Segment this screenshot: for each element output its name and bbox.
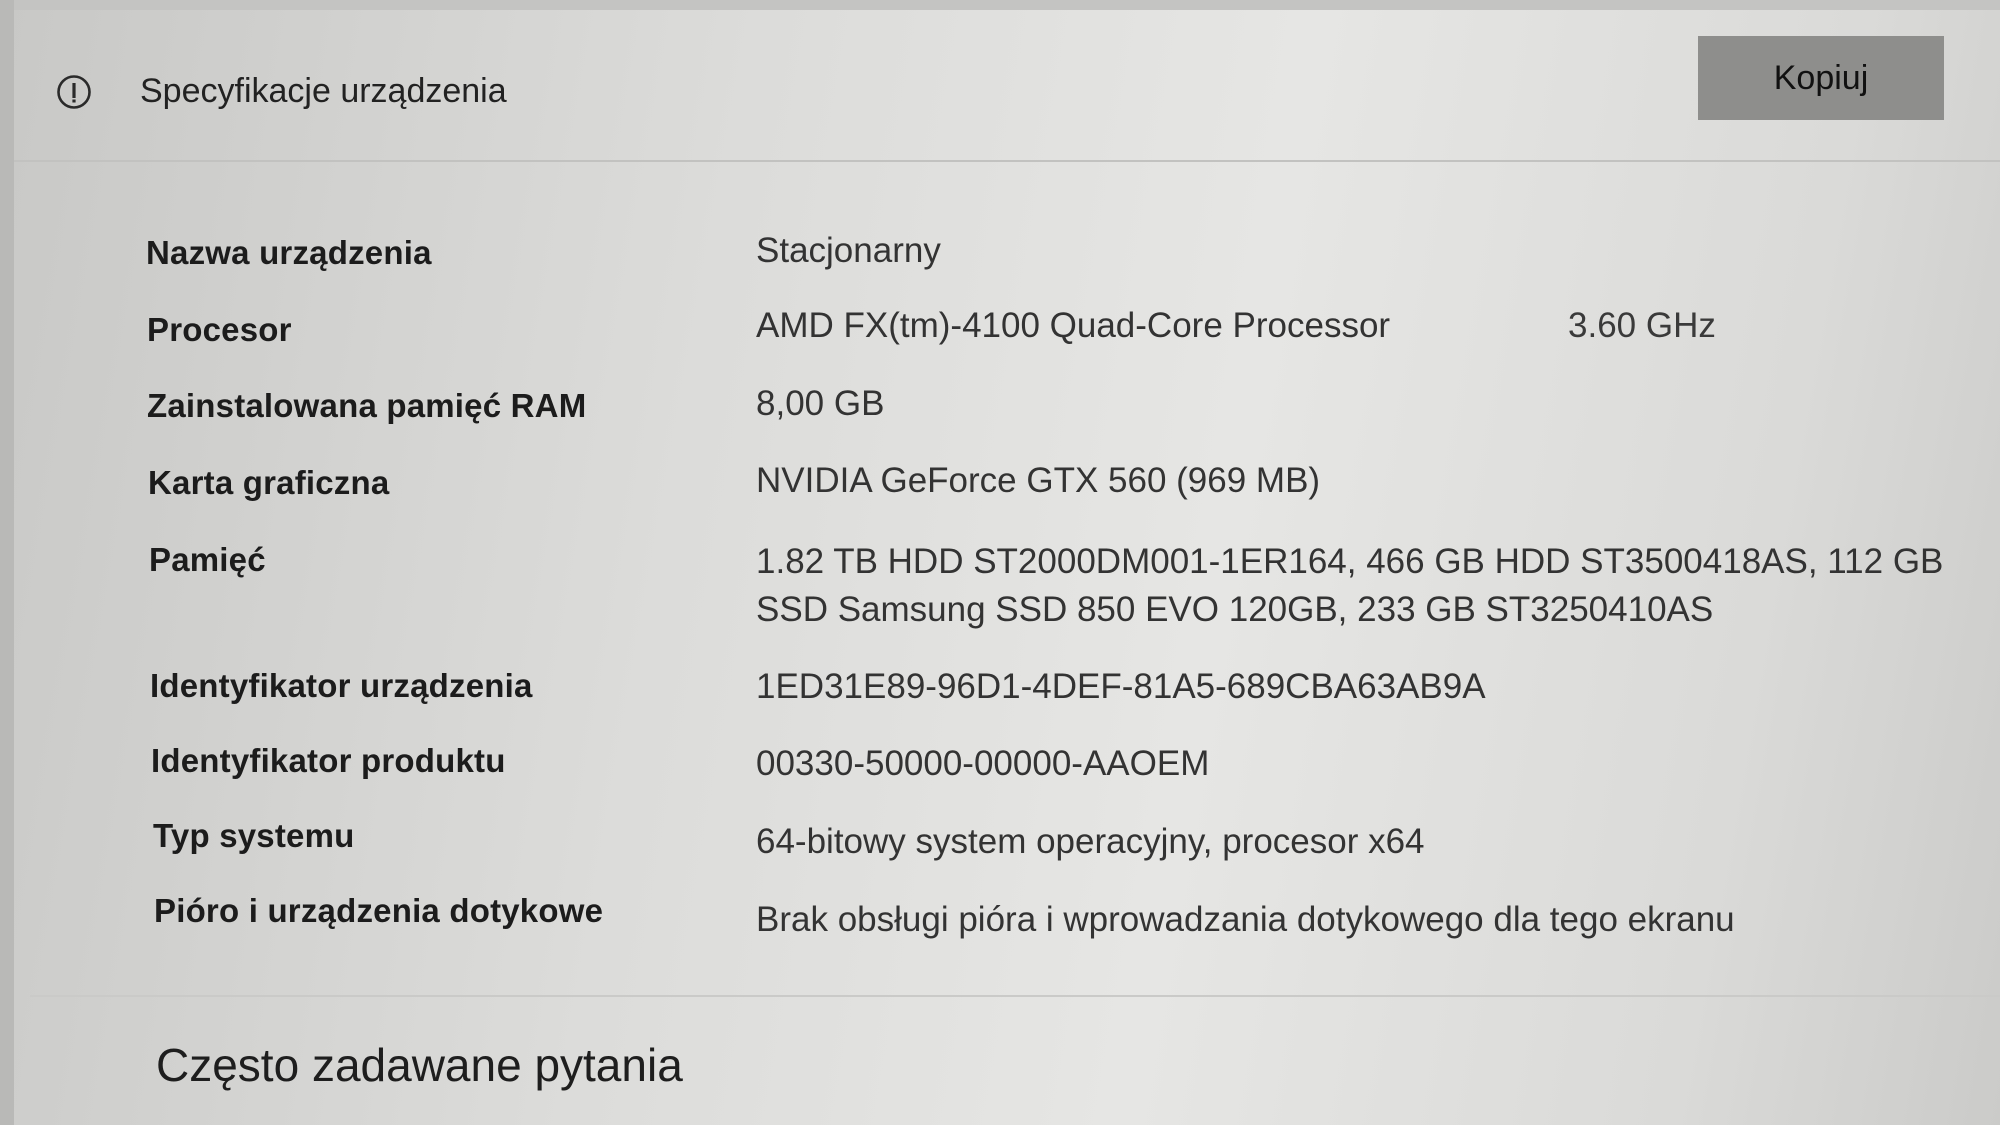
- spec-label: Zainstalowana pamięć RAM: [147, 387, 587, 424]
- spec-label: Pamięć: [149, 541, 266, 578]
- spec-label: Karta graficzna: [148, 464, 390, 501]
- faq-heading: Często zadawane pytania: [156, 1039, 683, 1091]
- settings-screen: Specyfikacje urządzenia Kopiuj Nazwa urz…: [0, 0, 2000, 1125]
- spec-value[interactable]: NVIDIA GeForce GTX 560 (969 MB): [756, 457, 1976, 505]
- spec-label: Pióro i urządzenia dotykowe: [154, 892, 604, 929]
- spec-label: Nazwa urządzenia: [146, 234, 432, 271]
- spec-label: Typ systemu: [153, 817, 355, 854]
- spec-value-line1[interactable]: 1.82 TB HDD ST2000DM001-1ER164, 466 GB H…: [756, 538, 1976, 586]
- spec-label: Procesor: [147, 311, 292, 348]
- processor-speed[interactable]: 3.60 GHz: [1568, 306, 1716, 346]
- spec-value[interactable]: 00330-50000-00000-AAOEM: [756, 740, 1976, 788]
- spec-value[interactable]: AMD FX(tm)-4100 Quad-Core Processor: [756, 302, 1976, 350]
- spec-value[interactable]: Stacjonarny: [756, 227, 1976, 275]
- section-divider: [30, 995, 2000, 997]
- spec-value[interactable]: 8,00 GB: [756, 380, 1976, 428]
- spec-value-line2[interactable]: SSD Samsung SSD 850 EVO 120GB, 233 GB ST…: [756, 586, 1976, 634]
- spec-value[interactable]: Brak obsługi pióra i wprowadzania dotyko…: [756, 896, 1976, 944]
- spec-value[interactable]: 64-bitowy system operacyjny, procesor x6…: [756, 818, 1976, 866]
- spec-label: Identyfikator urządzenia: [150, 667, 533, 704]
- spec-value[interactable]: 1ED31E89-96D1-4DEF-81A5-689CBA63AB9A: [756, 663, 1976, 711]
- spec-label: Identyfikator produktu: [151, 742, 506, 779]
- spec-list: Nazwa urządzenia Stacjonarny Procesor AM…: [0, 0, 2000, 1000]
